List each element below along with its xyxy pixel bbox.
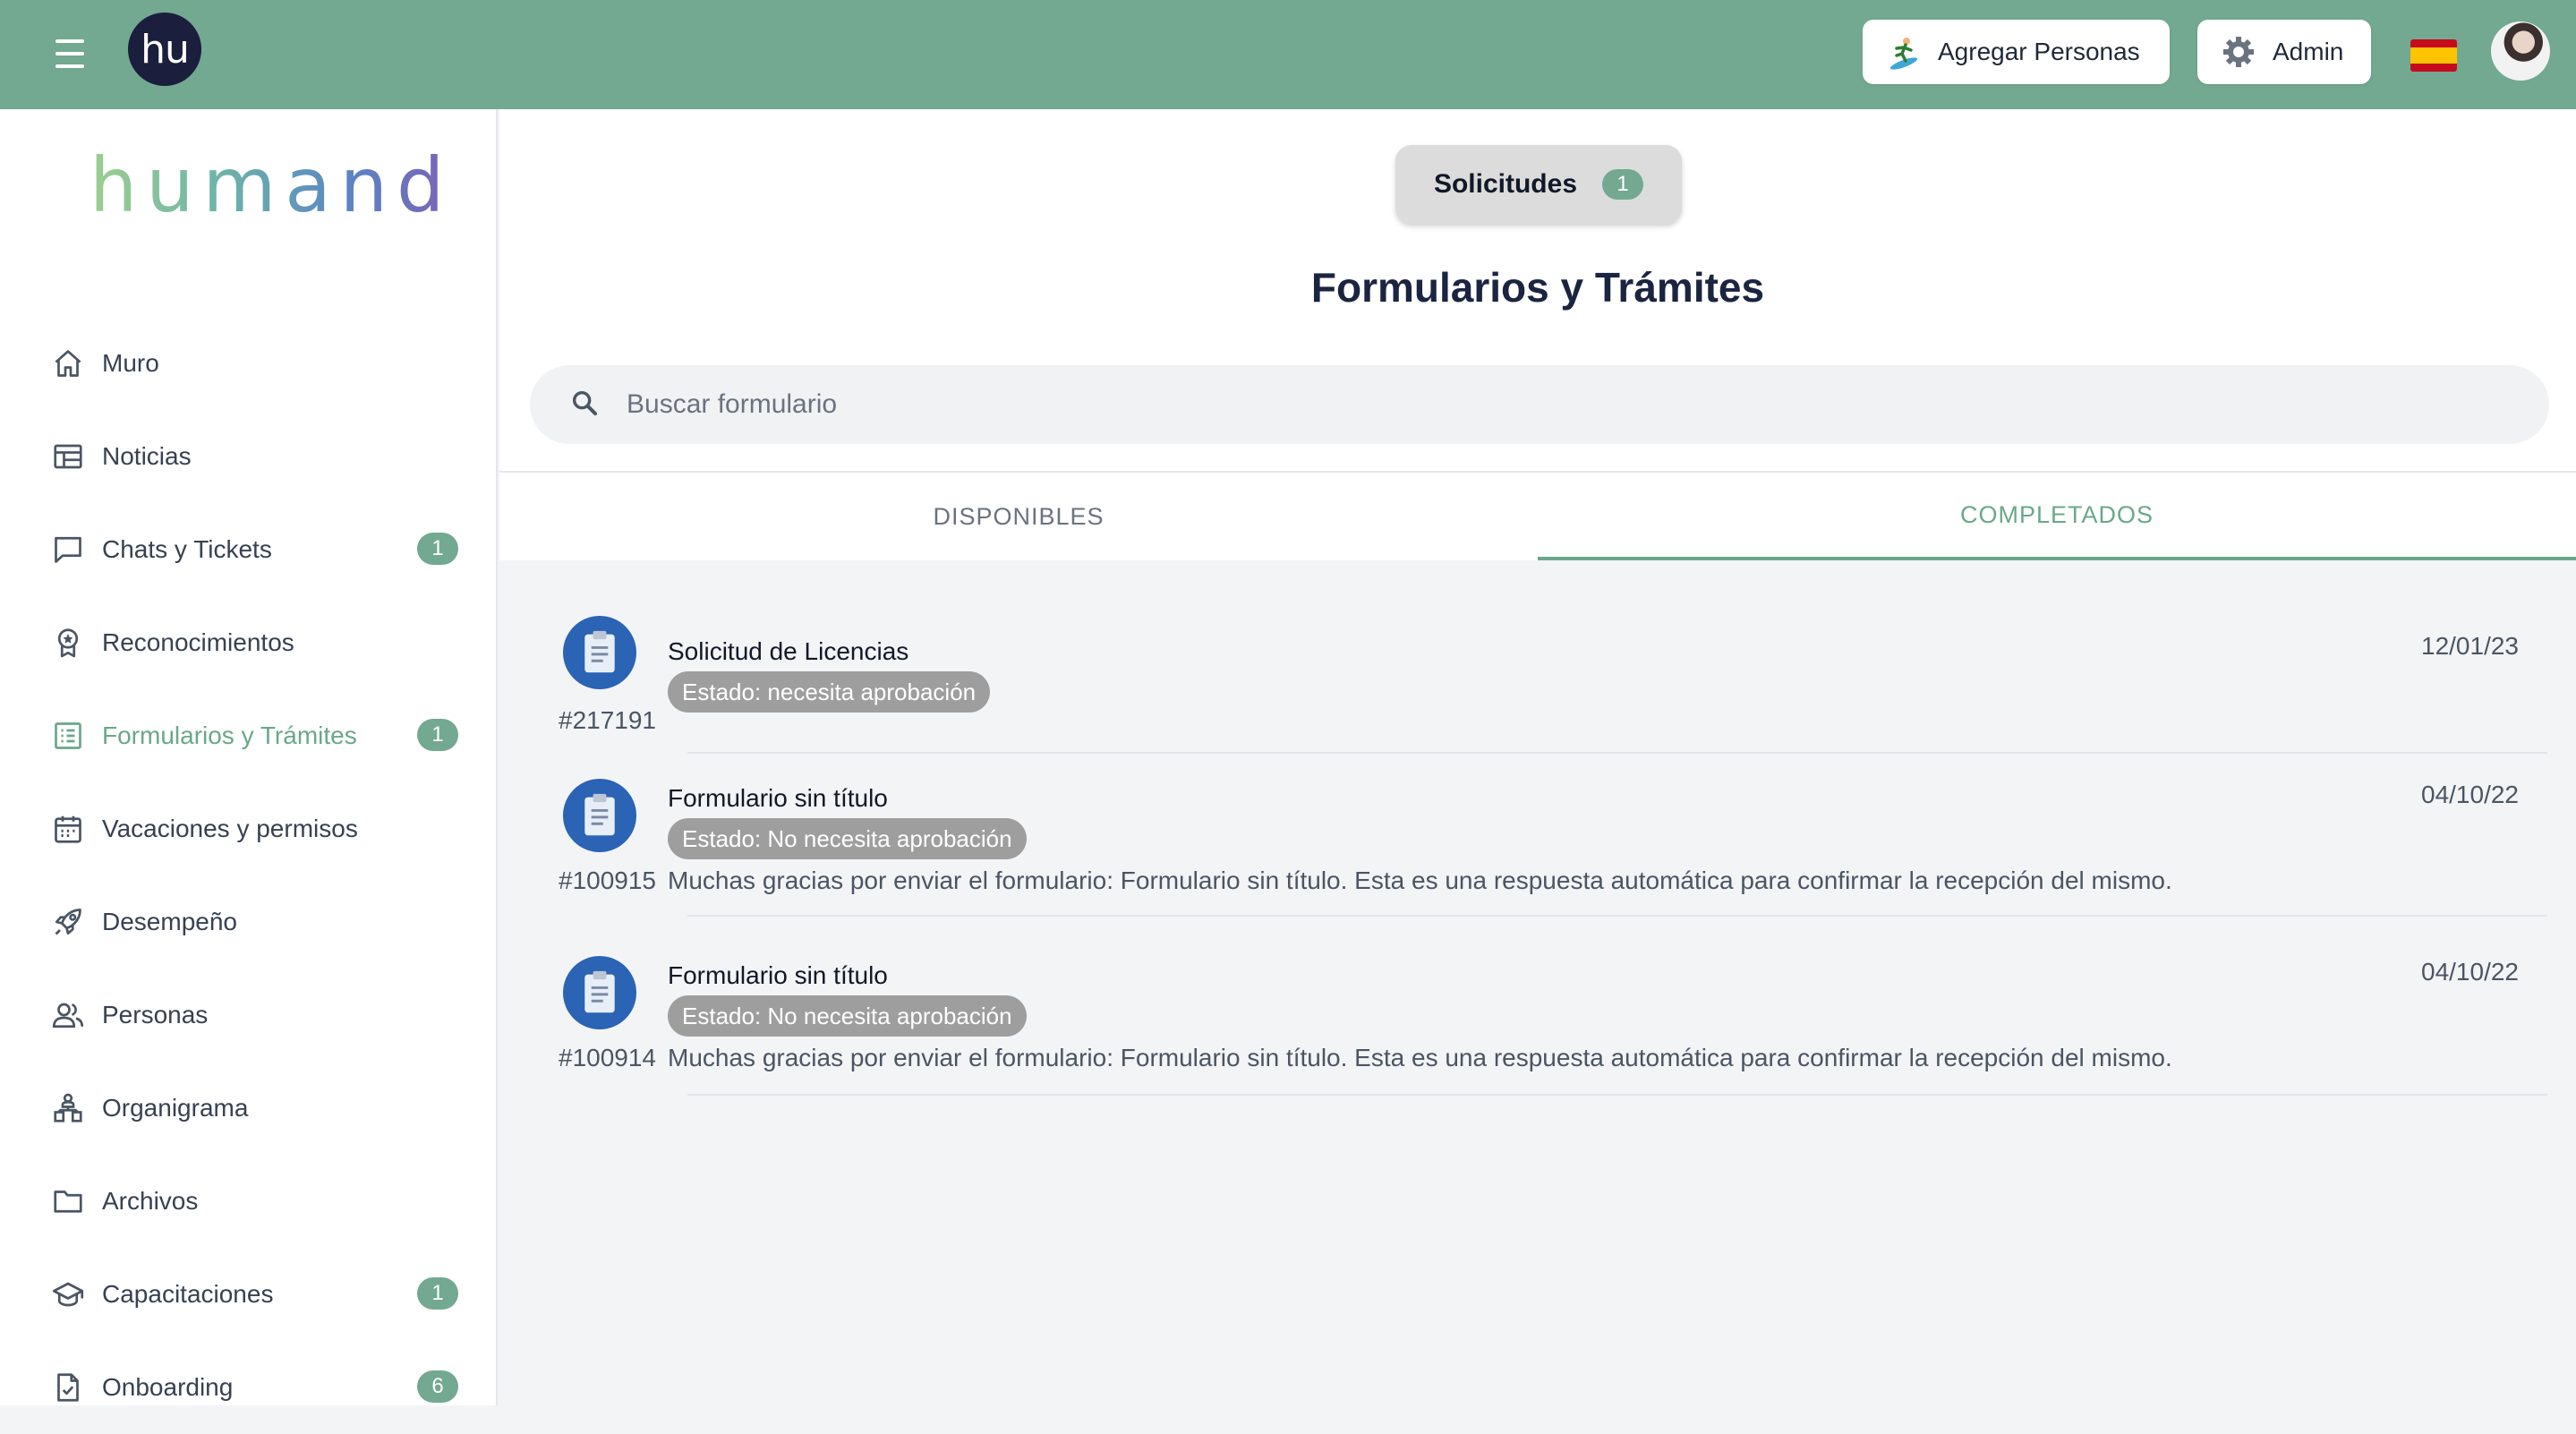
form-description: Muchas gracias por enviar el formulario:… bbox=[668, 866, 2172, 894]
tab-disponibles[interactable]: DISPONIBLES bbox=[499, 473, 1538, 560]
form-number: #100915 bbox=[559, 866, 657, 894]
list-item[interactable]: Formulario sin título Estado: No necesit… bbox=[499, 931, 2576, 1110]
main-header: Solicitudes 1 Formularios y Trámites DIS… bbox=[499, 109, 2576, 560]
sidebar: humand Muro Noticias Chats y Tickets 1 R… bbox=[0, 109, 498, 1405]
sidebar-item-label: Desempeño bbox=[102, 908, 237, 935]
search-input[interactable] bbox=[625, 388, 2418, 421]
sidebar-item-reconocimientos[interactable]: Reconocimientos bbox=[0, 596, 496, 689]
sidebar-item-label: Organigrama bbox=[102, 1094, 249, 1122]
sidebar-item-label: Capacitaciones bbox=[102, 1280, 274, 1308]
calendar-icon bbox=[50, 811, 86, 847]
sidebar-item-organigrama[interactable]: Organigrama bbox=[0, 1062, 496, 1155]
clipboard-icon bbox=[563, 779, 636, 852]
checklist-doc-icon bbox=[50, 1370, 86, 1405]
form-date: 04/10/22 bbox=[2421, 781, 2519, 808]
org-chart-icon bbox=[50, 1090, 86, 1126]
admin-label: Admin bbox=[2273, 38, 2344, 65]
form-date: 12/01/23 bbox=[2421, 632, 2519, 660]
sidebar-item-label: Archivos bbox=[102, 1187, 199, 1215]
clipboard-icon bbox=[563, 956, 636, 1029]
people-icon bbox=[50, 997, 86, 1033]
add-people-label: Agregar Personas bbox=[1938, 38, 2140, 65]
page-title: Formularios y Trámites bbox=[1310, 264, 1765, 311]
surfer-icon bbox=[1884, 32, 1923, 72]
list-item[interactable]: Solicitud de Licencias Estado: necesita … bbox=[499, 560, 2576, 754]
chats-badge: 1 bbox=[417, 533, 458, 565]
news-icon bbox=[50, 439, 86, 474]
formularios-badge: 1 bbox=[417, 719, 458, 751]
search-bar[interactable] bbox=[530, 365, 2549, 444]
rocket-icon bbox=[50, 904, 86, 940]
brand-logo: humand bbox=[90, 141, 454, 229]
form-list-icon bbox=[50, 718, 86, 754]
sidebar-item-label: Personas bbox=[102, 1001, 209, 1029]
form-title: Formulario sin título bbox=[668, 784, 888, 812]
app-logo[interactable]: hu bbox=[128, 13, 201, 86]
hamburger-icon[interactable] bbox=[50, 36, 90, 72]
sidebar-item-noticias[interactable]: Noticias bbox=[0, 410, 496, 503]
sidebar-item-formularios[interactable]: Formularios y Trámites 1 bbox=[0, 689, 496, 782]
requests-button[interactable]: Solicitudes 1 bbox=[1395, 145, 1682, 224]
sidebar-nav: Muro Noticias Chats y Tickets 1 Reconoci… bbox=[0, 317, 496, 1434]
sidebar-item-label: Reconocimientos bbox=[102, 628, 294, 656]
sidebar-item-label: Noticias bbox=[102, 442, 192, 470]
sidebar-item-label: Chats y Tickets bbox=[102, 535, 272, 563]
sidebar-item-label: Vacaciones y permisos bbox=[102, 815, 358, 842]
admin-button[interactable]: Admin bbox=[2197, 20, 2371, 84]
status-badge: Estado: No necesita aprobación bbox=[668, 818, 1027, 859]
tab-completados[interactable]: COMPLETADOS bbox=[1538, 473, 2576, 560]
onboarding-badge: 6 bbox=[417, 1370, 458, 1403]
sidebar-item-label: Onboarding bbox=[102, 1373, 234, 1401]
form-number: #100914 bbox=[559, 1044, 657, 1071]
completed-forms-list: Solicitud de Licencias Estado: necesita … bbox=[499, 560, 2576, 1096]
award-icon bbox=[50, 625, 86, 661]
add-people-button[interactable]: Agregar Personas bbox=[1863, 20, 2170, 84]
app-logo-text: hu bbox=[141, 26, 190, 73]
user-avatar[interactable] bbox=[2491, 21, 2550, 81]
sidebar-item-muro[interactable]: Muro bbox=[0, 317, 496, 410]
capacitaciones-badge: 1 bbox=[417, 1277, 458, 1310]
sidebar-item-label: Muro bbox=[102, 349, 159, 377]
sidebar-item-vacaciones[interactable]: Vacaciones y permisos bbox=[0, 782, 496, 875]
spain-flag-icon[interactable] bbox=[2410, 39, 2457, 72]
status-badge: Estado: necesita aprobación bbox=[668, 671, 991, 713]
list-item[interactable]: Formulario sin título Estado: No necesit… bbox=[499, 754, 2576, 929]
form-title: Solicitud de Licencias bbox=[668, 637, 909, 665]
chat-icon bbox=[50, 532, 86, 568]
sidebar-item-personas[interactable]: Personas bbox=[0, 969, 496, 1062]
form-title: Formulario sin título bbox=[668, 961, 888, 989]
sidebar-item-archivos[interactable]: Archivos bbox=[0, 1155, 496, 1248]
folder-icon bbox=[50, 1183, 86, 1219]
sidebar-item-label: Formularios y Trámites bbox=[102, 721, 357, 749]
form-date: 04/10/22 bbox=[2421, 958, 2519, 986]
divider bbox=[687, 1094, 2547, 1096]
search-icon bbox=[569, 388, 600, 423]
top-bar: hu Agregar Personas Admin bbox=[0, 0, 2576, 109]
form-description: Muchas gracias por enviar el formulario:… bbox=[668, 1044, 2172, 1071]
requests-label: Solicitudes bbox=[1433, 169, 1578, 199]
divider bbox=[687, 915, 2547, 917]
requests-count-badge: 1 bbox=[1602, 169, 1644, 200]
sidebar-item-chats[interactable]: Chats y Tickets 1 bbox=[0, 503, 496, 596]
gear-icon bbox=[2219, 32, 2258, 72]
clipboard-icon bbox=[563, 616, 636, 689]
home-icon bbox=[50, 346, 86, 381]
sidebar-item-desempeno[interactable]: Desempeño bbox=[0, 875, 496, 969]
sidebar-item-onboarding[interactable]: Onboarding 6 bbox=[0, 1341, 496, 1434]
sidebar-item-capacitaciones[interactable]: Capacitaciones 1 bbox=[0, 1248, 496, 1341]
form-number: #217191 bbox=[559, 706, 657, 734]
graduation-cap-icon bbox=[50, 1276, 86, 1312]
status-badge: Estado: No necesita aprobación bbox=[668, 995, 1027, 1037]
tab-bar: DISPONIBLES COMPLETADOS bbox=[499, 471, 2576, 560]
